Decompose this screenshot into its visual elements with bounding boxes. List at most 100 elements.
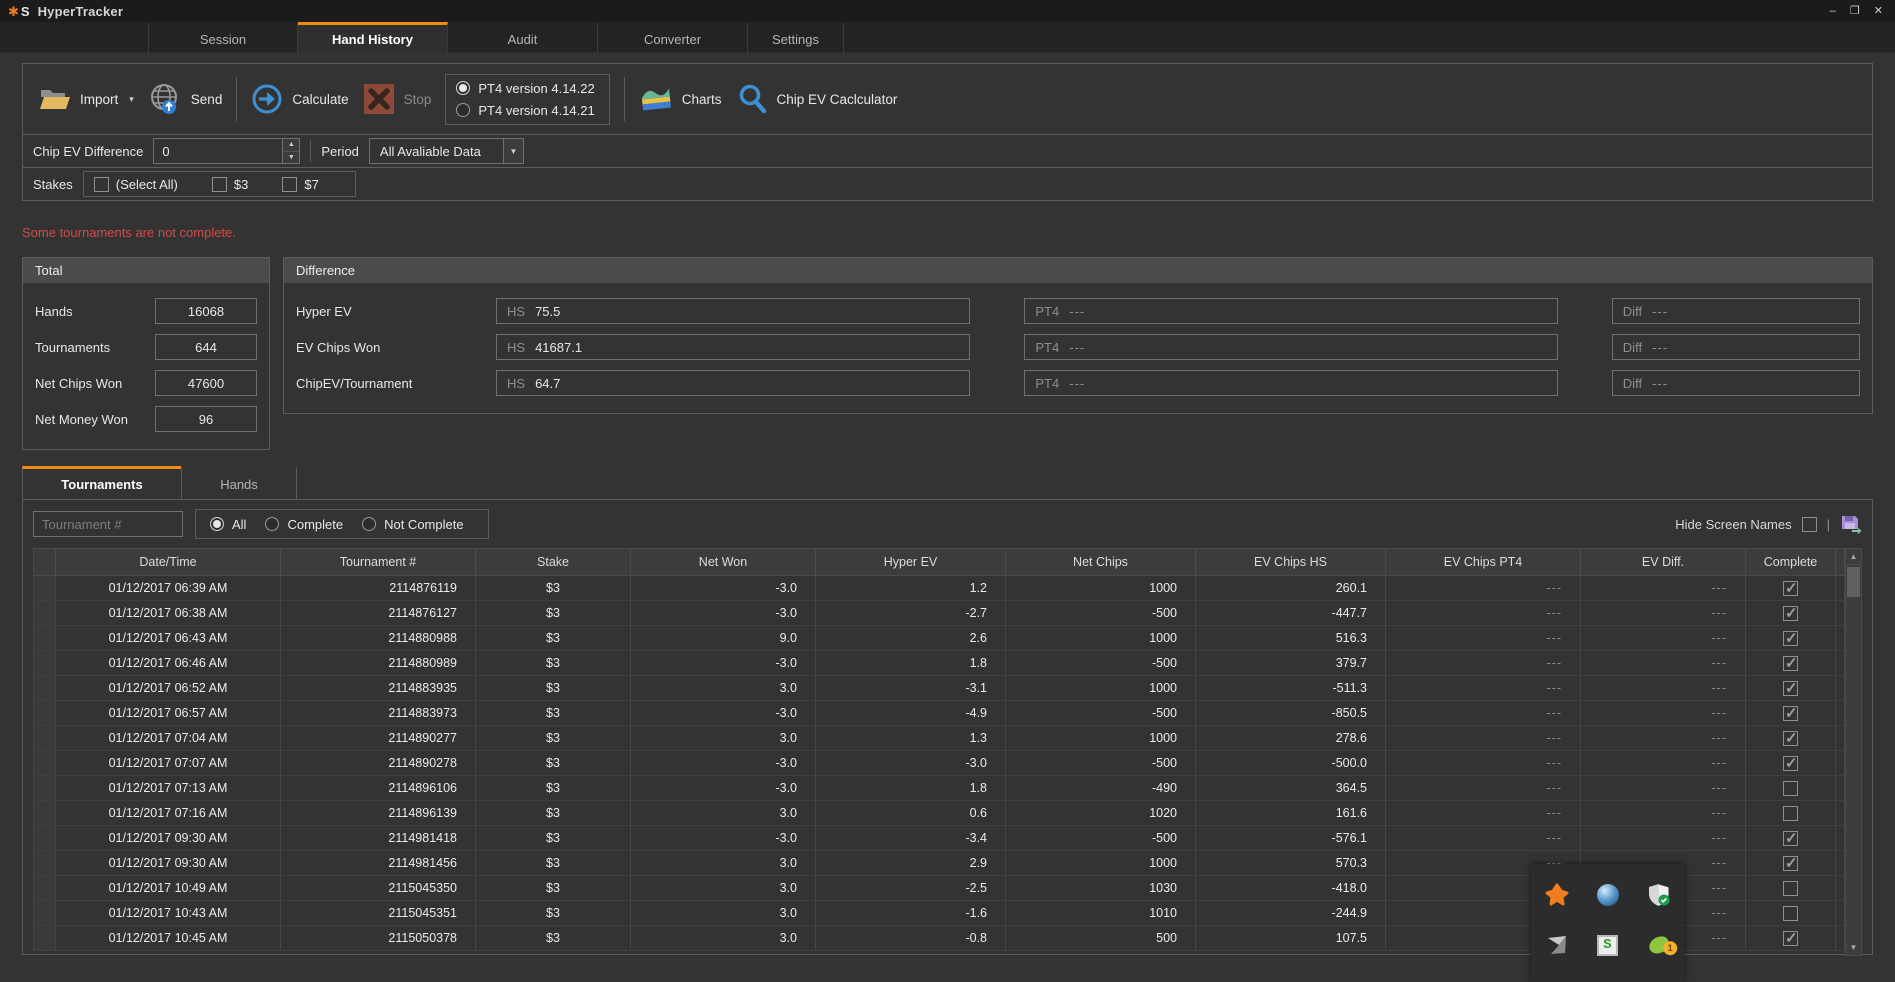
table-row[interactable]: 01/12/2017 06:39 AM 2114876119 $3 -3.0 1.2 10… <box>33 575 1845 601</box>
table-row[interactable]: 01/12/2017 07:07 AM 2114890278 $3 -3.0 -3.0-… <box>33 750 1845 776</box>
gray-arrow-icon[interactable] <box>1545 933 1569 957</box>
stake-option-3[interactable]: $3 <box>211 176 248 192</box>
complete-checkbox[interactable] <box>1783 754 1798 772</box>
complete-checkbox[interactable] <box>1783 629 1798 647</box>
table-row[interactable]: 01/12/2017 07:16 AM 2114896139 $3 3.0 0.6 102… <box>33 800 1845 826</box>
col-net-chips[interactable]: Net Chips <box>1005 548 1196 576</box>
row-selector[interactable] <box>33 625 56 651</box>
blue-sphere-icon[interactable] <box>1596 883 1620 907</box>
tab-settings[interactable]: Settings <box>748 22 844 53</box>
complete-checkbox[interactable] <box>1783 729 1798 747</box>
hide-screen-names-checkbox[interactable] <box>1801 516 1817 532</box>
row-selector[interactable] <box>33 650 56 676</box>
complete-checkbox[interactable] <box>1783 854 1798 872</box>
tournament-search-input[interactable] <box>33 511 183 537</box>
scroll-up-icon[interactable]: ▲ <box>1846 549 1861 565</box>
restore-button[interactable]: ❐ <box>1850 5 1860 17</box>
complete-checkbox[interactable] <box>1783 780 1798 796</box>
vertical-scrollbar[interactable]: ▲ ▼ <box>1845 548 1862 956</box>
complete-checkbox[interactable] <box>1783 654 1798 672</box>
stake-option-select-all[interactable]: (Select All) <box>93 176 178 192</box>
tab-tournaments[interactable]: Tournaments <box>22 466 182 499</box>
complete-checkbox[interactable] <box>1783 880 1798 896</box>
row-selector[interactable] <box>33 800 56 826</box>
chevron-down-icon[interactable]: ▼ <box>503 138 524 164</box>
checkbox-icon[interactable] <box>93 176 109 192</box>
table-row[interactable]: 01/12/2017 06:46 AM 2114880989 $3 -3.0 1.8 -5… <box>33 650 1845 676</box>
spinner-down-icon[interactable]: ▼ <box>283 151 300 163</box>
calculate-button[interactable]: Calculate <box>251 83 349 115</box>
table-row[interactable]: 01/12/2017 06:52 AM 2114883935 $3 3.0 -3.1 10… <box>33 675 1845 701</box>
row-selector[interactable] <box>33 725 56 751</box>
pt4-version-option-2[interactable]: PT4 version 4.14.21 <box>456 103 595 118</box>
complete-checkbox[interactable] <box>1783 679 1798 697</box>
avast-icon[interactable] <box>1545 883 1569 907</box>
col-complete[interactable]: Complete <box>1745 548 1836 576</box>
complete-checkbox[interactable] <box>1783 905 1798 921</box>
col-net-won[interactable]: Net Won <box>630 548 816 576</box>
row-selector[interactable] <box>33 825 56 851</box>
row-selector[interactable] <box>33 750 56 776</box>
complete-checkbox[interactable] <box>1783 805 1798 821</box>
stake-option-7[interactable]: $7 <box>282 176 319 192</box>
charts-button[interactable]: Charts <box>639 84 722 114</box>
table-row[interactable]: 01/12/2017 06:57 AM 2114883973 $3 -3.0 -4.9-… <box>33 700 1845 726</box>
stop-button[interactable]: Stop <box>363 83 431 115</box>
spinner-up-icon[interactable]: ▲ <box>283 139 300 152</box>
toolbar: Import ▾ Send Calculate Stop PT4 version… <box>22 63 1873 135</box>
scrollbar-thumb[interactable] <box>1847 567 1860 597</box>
tab-session[interactable]: Session <box>148 22 298 53</box>
table-row[interactable]: 01/12/2017 09:30 AM 2114981418 $3 -3.0 -3.4-… <box>33 825 1845 851</box>
filter-not-complete[interactable]: Not Complete <box>362 517 464 532</box>
complete-checkbox[interactable] <box>1783 579 1798 597</box>
chip-ev-calculator-button[interactable]: Chip EV Caclculator <box>736 83 897 115</box>
col-ev-chips-pt4[interactable]: EV Chips PT4 <box>1385 548 1581 576</box>
save-export-icon[interactable] <box>1840 514 1862 534</box>
complete-checkbox[interactable] <box>1783 829 1798 847</box>
total-row-tournaments: Tournaments 644 <box>35 329 257 365</box>
col-ev-chips-hs[interactable]: EV Chips HS <box>1195 548 1386 576</box>
complete-checkbox[interactable] <box>1783 929 1798 947</box>
row-selector[interactable] <box>33 925 56 951</box>
row-selector[interactable] <box>33 875 56 901</box>
notification-blob-icon[interactable]: 1 <box>1646 933 1677 957</box>
period-dropdown[interactable]: All Avaliable Data ▼ <box>368 138 524 164</box>
minimize-button[interactable]: – <box>1830 5 1836 17</box>
defender-shield-icon[interactable] <box>1647 883 1671 907</box>
checkbox-icon[interactable] <box>211 176 227 192</box>
row-selector[interactable] <box>33 775 56 801</box>
filter-complete[interactable]: Complete <box>265 517 343 532</box>
table-row[interactable]: 01/12/2017 06:43 AM 2114880988 $3 9.0 2.6 100… <box>33 625 1845 651</box>
row-selector[interactable] <box>33 600 56 626</box>
col-date-time[interactable]: Date/Time <box>55 548 281 576</box>
import-button[interactable]: Import ▾ <box>39 86 134 112</box>
col-hyper-ev[interactable]: Hyper EV <box>815 548 1006 576</box>
cell-tournament: 2114981456 <box>280 850 476 876</box>
col-ev-diff[interactable]: EV Diff. <box>1580 548 1746 576</box>
pt4-version-option-1[interactable]: PT4 version 4.14.22 <box>456 81 595 96</box>
complete-checkbox[interactable] <box>1783 604 1798 622</box>
spinner-buttons[interactable]: ▲ ▼ <box>283 138 301 164</box>
table-row[interactable]: 01/12/2017 07:04 AM 2114890277 $3 3.0 1.3 100… <box>33 725 1845 751</box>
row-selector[interactable] <box>33 675 56 701</box>
tab-hands[interactable]: Hands <box>181 466 297 499</box>
row-selector[interactable] <box>33 575 56 601</box>
green-s-icon[interactable]: S <box>1596 933 1620 957</box>
tab-audit[interactable]: Audit <box>448 22 598 53</box>
table-row[interactable]: 01/12/2017 07:13 AM 2114896106 $3 -3.0 1.8 -4… <box>33 775 1845 801</box>
row-selector[interactable] <box>33 700 56 726</box>
tab-hand-history[interactable]: Hand History <box>298 22 448 53</box>
row-selector[interactable] <box>33 900 56 926</box>
checkbox-icon[interactable] <box>282 176 298 192</box>
complete-checkbox[interactable] <box>1783 704 1798 722</box>
close-button[interactable]: ✕ <box>1874 5 1883 17</box>
table-row[interactable]: 01/12/2017 06:38 AM 2114876127 $3 -3.0 -2.7-… <box>33 600 1845 626</box>
tab-converter[interactable]: Converter <box>598 22 748 53</box>
scroll-down-icon[interactable]: ▼ <box>1846 939 1861 955</box>
col-stake[interactable]: Stake <box>475 548 631 576</box>
filter-all[interactable]: All <box>210 517 246 532</box>
row-selector[interactable] <box>33 850 56 876</box>
chip-ev-difference-input[interactable] <box>153 138 284 164</box>
send-button[interactable]: Send <box>148 83 222 115</box>
col-tournament[interactable]: Tournament # <box>280 548 476 576</box>
